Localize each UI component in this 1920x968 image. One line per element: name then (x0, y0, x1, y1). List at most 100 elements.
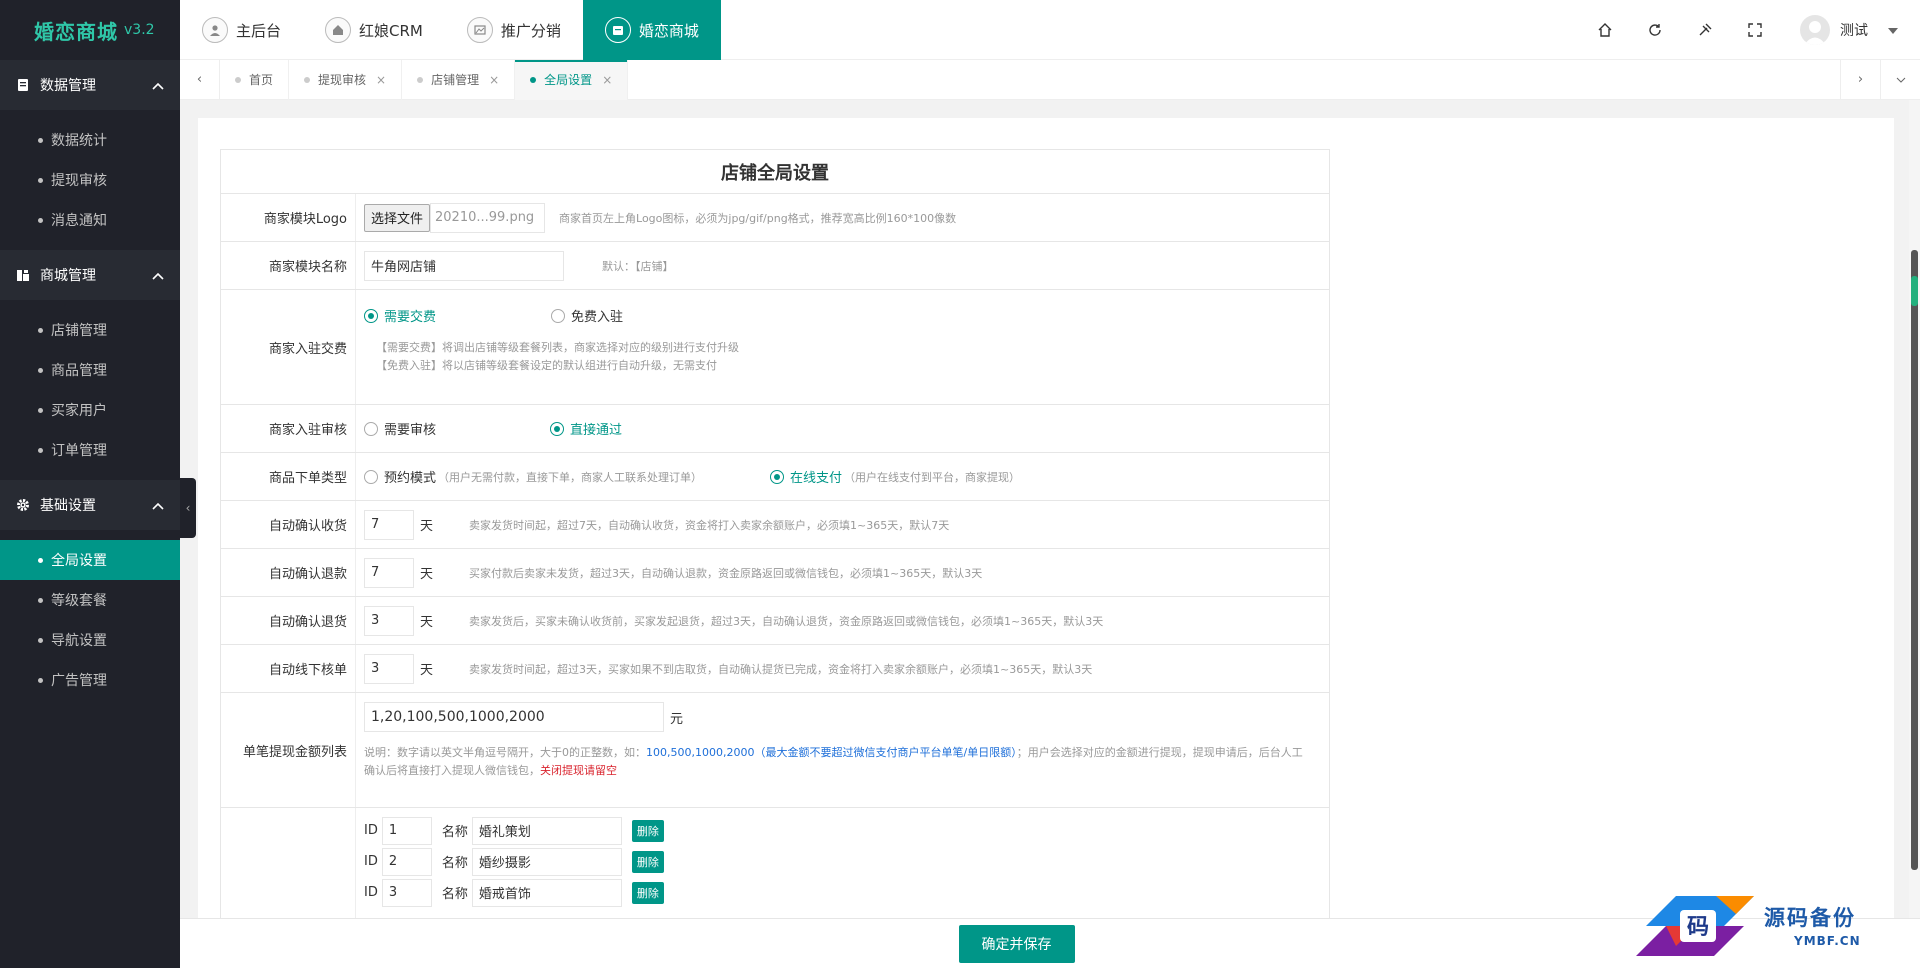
module-name-input[interactable]: 牛角网店铺 (364, 250, 564, 281)
sidebar-item-level-packages[interactable]: 等级套餐 (0, 580, 180, 620)
field-label: 自动确认退货 (221, 597, 356, 644)
row-auto-return: 自动确认退货 3 天 卖家发货后，买家未确认收货前，买家发起退货，超过3天，自动… (221, 597, 1329, 645)
page-tab-global-settings[interactable]: 全局设置 × (515, 59, 629, 100)
tabs-scroll-left[interactable]: ‹ (180, 59, 220, 100)
field-hint: 卖家发货后，买家未确认收货前，买家发起退货，超过3天，自动确认退货，资金原路返回… (469, 614, 1104, 628)
page-tab-home[interactable]: 首页 (220, 59, 290, 100)
sidebar-item-withdraw-audit[interactable]: 提现审核 (0, 160, 180, 200)
radio-direct-pass[interactable]: 直接通过 (550, 419, 622, 438)
top-tab-main-admin[interactable]: 主后台 (180, 0, 303, 60)
gear-icon (16, 498, 30, 512)
nav-id-input[interactable]: 1 (381, 816, 432, 845)
close-icon[interactable]: × (376, 73, 386, 87)
row-auto-receive: 自动确认收货 7 天 卖家发货时间起，超过7天，自动确认收货，资金将打入卖家余额… (221, 501, 1329, 549)
delete-button[interactable]: 删除 (631, 850, 664, 873)
top-tab-crm[interactable]: 红娘CRM (303, 0, 445, 60)
sidebar: 婚恋商城 v3.2 数据管理 数据统计 提现审核 消息通知 商城管理 店铺管理 … (0, 0, 180, 968)
page-tab-withdraw-audit[interactable]: 提现审核 × (289, 59, 403, 100)
sidebar-group-settings[interactable]: 基础设置 (0, 480, 180, 530)
brand-logo[interactable]: 婚恋商城 v3.2 (0, 0, 180, 60)
radio-label: 免费入驻 (571, 310, 624, 325)
radio-need-fee[interactable]: 需要交费 (364, 306, 436, 325)
row-entry-audit: 商家入驻审核 需要审核 直接通过 (221, 405, 1329, 453)
delete-button[interactable]: 删除 (631, 881, 664, 904)
nav-name-input[interactable]: 婚礼策划 (471, 816, 622, 845)
field-label: 单笔提现金额列表 (221, 693, 356, 807)
page-tab-label: 首页 (249, 73, 274, 87)
bullet-icon (38, 407, 43, 413)
nav-name-input[interactable]: 婚戒首饰 (471, 878, 622, 907)
caret-down-icon (1888, 22, 1898, 38)
radio-free-entry[interactable]: 免费入驻 (551, 306, 623, 325)
nav-id-input[interactable]: 3 (381, 878, 432, 907)
page-scrollbar[interactable] (1909, 100, 1920, 918)
tabs-scroll-right[interactable]: › (1840, 59, 1880, 100)
save-button[interactable]: 确定并保存 (958, 924, 1075, 963)
sidebar-item-nav-settings[interactable]: 导航设置 (0, 620, 180, 660)
refresh-icon[interactable] (1630, 0, 1680, 60)
sidebar-item-global-settings[interactable]: 全局设置 (0, 540, 180, 580)
nav-item-row: ID 3 名称 婚戒首饰 删除 (364, 877, 664, 908)
bullet-icon (38, 597, 43, 603)
auto-offline-days-input[interactable]: 3 (364, 653, 414, 684)
field-label: 自动确认收货 (221, 501, 356, 548)
sidebar-item-orders[interactable]: 订单管理 (0, 430, 180, 470)
user-menu[interactable]: 测试 (1780, 15, 1920, 45)
avatar (1800, 15, 1830, 45)
sidebar-collapse-toggle[interactable]: ‹ (180, 478, 196, 538)
auto-return-days-input[interactable]: 3 (364, 605, 414, 636)
field-label: 商品下单类型 (221, 453, 356, 500)
close-icon[interactable]: × (489, 73, 499, 87)
top-tab-mall[interactable]: 婚恋商城 (582, 0, 721, 60)
nav-id-input[interactable]: 2 (381, 847, 432, 876)
sidebar-group-data[interactable]: 数据管理 (0, 60, 180, 110)
bullet-icon (38, 677, 43, 683)
page-title: 店铺全局设置 (221, 150, 1329, 194)
withdraw-note: 说明：数字请以英文半角逗号隔开，大于0的正整数，如： (364, 746, 646, 759)
page-tab-shop-manage[interactable]: 店铺管理 × (402, 59, 516, 100)
sidebar-item-label: 订单管理 (51, 443, 107, 459)
sidebar-item-ads[interactable]: 广告管理 (0, 660, 180, 700)
bullet-icon (38, 217, 43, 223)
home-icon (325, 17, 352, 43)
nav-name-input[interactable]: 婚纱摄影 (471, 847, 622, 876)
fullscreen-icon[interactable] (1730, 0, 1780, 60)
nav-item-row: ID 1 名称 婚礼策划 删除 (364, 815, 664, 846)
sidebar-item-notifications[interactable]: 消息通知 (0, 200, 180, 240)
sidebar-group-mall[interactable]: 商城管理 (0, 250, 180, 300)
id-label: ID (364, 885, 378, 900)
name-label: 名称 (441, 856, 468, 871)
radio-online-payment[interactable]: 在线支付 （用户在线支付到平台，商家提现） (770, 467, 1020, 486)
sidebar-item-label: 买家用户 (51, 403, 107, 419)
auto-receive-days-input[interactable]: 7 (364, 509, 414, 540)
row-order-type: 商品下单类型 预约模式 （用户无需付款，直接下单，商家人工联系处理订单） 在线支付… (221, 453, 1329, 501)
choose-file-button[interactable]: 选择文件 (364, 203, 431, 232)
row-module-name: 商家模块名称 牛角网店铺 默认：【店铺】 (221, 242, 1329, 290)
page-tab-label: 全局设置 (544, 73, 593, 87)
scrollbar-thumb[interactable] (1911, 250, 1918, 870)
delete-button[interactable]: 删除 (631, 819, 664, 842)
watermark-badge: 码 (1687, 914, 1709, 940)
tabs-menu[interactable] (1880, 59, 1920, 100)
field-label: 商家模块名称 (221, 242, 356, 289)
radio-reservation-mode[interactable]: 预约模式 （用户无需付款，直接下单，商家人工联系处理订单） (364, 467, 702, 486)
sidebar-item-stats[interactable]: 数据统计 (0, 120, 180, 160)
file-name: 20210...99.png (430, 202, 546, 233)
radio-need-audit[interactable]: 需要审核 (364, 419, 436, 438)
bullet-icon (38, 637, 43, 643)
withdraw-note-limit: （最大金额不要超过微信支付商户平台单笔/单日限额） (754, 746, 1017, 759)
chevron-left-icon: ‹ (185, 501, 191, 515)
home-icon[interactable] (1580, 0, 1630, 60)
clear-cache-icon[interactable] (1680, 0, 1730, 60)
radio-label: 需要交费 (384, 310, 437, 325)
sidebar-item-label: 商品管理 (51, 363, 107, 379)
top-tab-promotion[interactable]: 推广分销 (445, 0, 583, 60)
close-icon[interactable]: × (602, 73, 612, 87)
withdraw-amounts-input[interactable]: 1,20,100,500,1000,2000 (364, 702, 664, 732)
auto-refund-days-input[interactable]: 7 (364, 557, 414, 588)
user-name: 测试 (1840, 23, 1868, 39)
sidebar-item-products[interactable]: 商品管理 (0, 350, 180, 390)
sidebar-item-shops[interactable]: 店铺管理 (0, 310, 180, 350)
sidebar-item-buyers[interactable]: 买家用户 (0, 390, 180, 430)
tab-dot (530, 76, 537, 83)
